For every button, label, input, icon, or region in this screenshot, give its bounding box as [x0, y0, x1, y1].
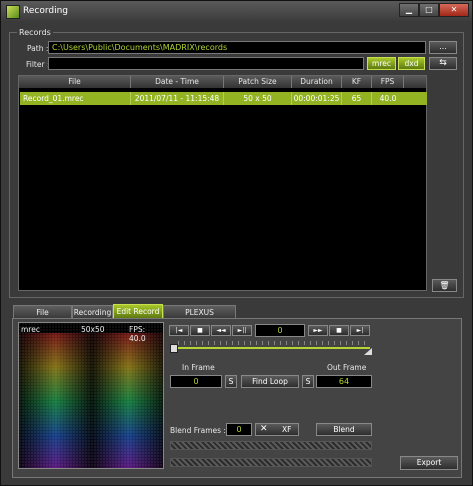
refresh-arrows-icon: ⇆ [439, 58, 447, 68]
skip-to-end-button[interactable]: ►| [350, 325, 370, 336]
blend-progress-bar-2 [170, 458, 372, 467]
tab-plexus-conversion[interactable]: PLEXUS Conversion [163, 305, 236, 330]
crossfade-icon: ✕ [260, 424, 268, 434]
timeline-ticks [178, 341, 370, 345]
preview-pattern [19, 323, 163, 468]
export-button[interactable]: Export [400, 456, 458, 470]
tab-file-information[interactable]: File Information [13, 305, 72, 330]
browse-button[interactable]: ... [429, 41, 457, 54]
in-frame-value[interactable]: 0 [170, 375, 222, 388]
trash-icon: 🗑 [439, 281, 450, 290]
column-header-date-time[interactable]: Date - Time [131, 76, 224, 88]
out-marker-icon[interactable] [364, 348, 372, 355]
cell-kf: 65 [342, 92, 372, 105]
app-icon [6, 5, 20, 19]
out-frame-value[interactable]: 64 [316, 375, 372, 388]
filter-mrec-button[interactable]: mrec [367, 57, 396, 70]
play-pause-button[interactable]: ►|| [232, 325, 252, 336]
filter-label: Filter : [26, 60, 50, 69]
tab-edit-record[interactable]: Edit Record [113, 304, 163, 319]
cell-duration: 00:00:01:25 [292, 92, 342, 105]
cell-date-time: 2011/07/11 - 11:15:48 [131, 92, 224, 105]
cell-file: Record_01.mrec [20, 92, 131, 105]
find-loop-button[interactable]: Find Loop [241, 375, 299, 388]
delete-button[interactable]: 🗑 [432, 279, 457, 292]
blend-progress-bar-1 [170, 441, 372, 450]
title-bar: Recording ▁ □ ✕ [1, 1, 472, 21]
set-in-button[interactable]: S [225, 375, 237, 388]
xf-label: XF [282, 425, 292, 434]
set-out-button[interactable]: S [302, 375, 314, 388]
timeline-track[interactable] [170, 341, 372, 355]
stop-button[interactable]: ■ [190, 325, 210, 336]
out-frame-label: Out Frame [327, 363, 367, 372]
tab-recording[interactable]: Recording [72, 305, 113, 319]
skip-to-start-button[interactable]: |◄ [169, 325, 189, 336]
maximize-button[interactable]: □ [419, 3, 439, 17]
filter-dxd-button[interactable]: dxd [398, 57, 425, 70]
close-button[interactable]: ✕ [439, 3, 469, 17]
table-row[interactable]: Record_01.mrec 2011/07/11 - 11:15:48 50 … [20, 92, 427, 105]
column-header-fps[interactable]: FPS [372, 76, 404, 88]
records-group-label: Records [17, 28, 53, 37]
window-title: Recording [23, 6, 69, 16]
stop-end-button[interactable]: ■ [329, 325, 349, 336]
preview-size: 50x50 [81, 325, 105, 334]
column-header-file[interactable]: File [19, 76, 131, 88]
record-preview: mrec 50x50 FPS: 40.0 [18, 322, 164, 469]
records-table: File Date - Time Patch Size Duration KF … [18, 75, 427, 291]
path-field[interactable]: C:\Users\Public\Documents\MADRIX\records [48, 41, 426, 54]
cell-fps: 40.0 [379, 94, 397, 103]
blend-button[interactable]: Blend [316, 423, 372, 436]
frame-display[interactable]: 0 [255, 324, 305, 337]
refresh-button[interactable]: ⇆ [429, 57, 457, 70]
fast-forward-button[interactable]: ►► [308, 325, 328, 336]
filter-input[interactable] [48, 57, 364, 70]
timeline-handle[interactable] [170, 344, 178, 353]
crossfade-button[interactable]: ✕ XF [255, 423, 299, 436]
blend-frames-value[interactable]: 0 [226, 423, 252, 436]
blend-frames-label: Blend Frames : [170, 426, 226, 435]
path-label: Path : [27, 44, 49, 53]
timeline-range [178, 347, 370, 349]
recording-window: Recording ▁ □ ✕ Records Path : C:\Users\… [0, 0, 473, 486]
preview-name: mrec [21, 325, 40, 334]
preview-fps: FPS: 40.0 [129, 325, 146, 343]
rewind-button[interactable]: ◄◄ [211, 325, 231, 336]
column-header-patch-size[interactable]: Patch Size [224, 76, 292, 88]
in-frame-label: In Frame [182, 363, 215, 372]
cell-patch-size: 50 x 50 [224, 92, 292, 105]
column-header-duration[interactable]: Duration [292, 76, 342, 88]
table-header: File Date - Time Patch Size Duration KF … [19, 76, 426, 88]
minimize-button[interactable]: ▁ [399, 3, 419, 17]
column-header-kf[interactable]: KF [342, 76, 372, 88]
